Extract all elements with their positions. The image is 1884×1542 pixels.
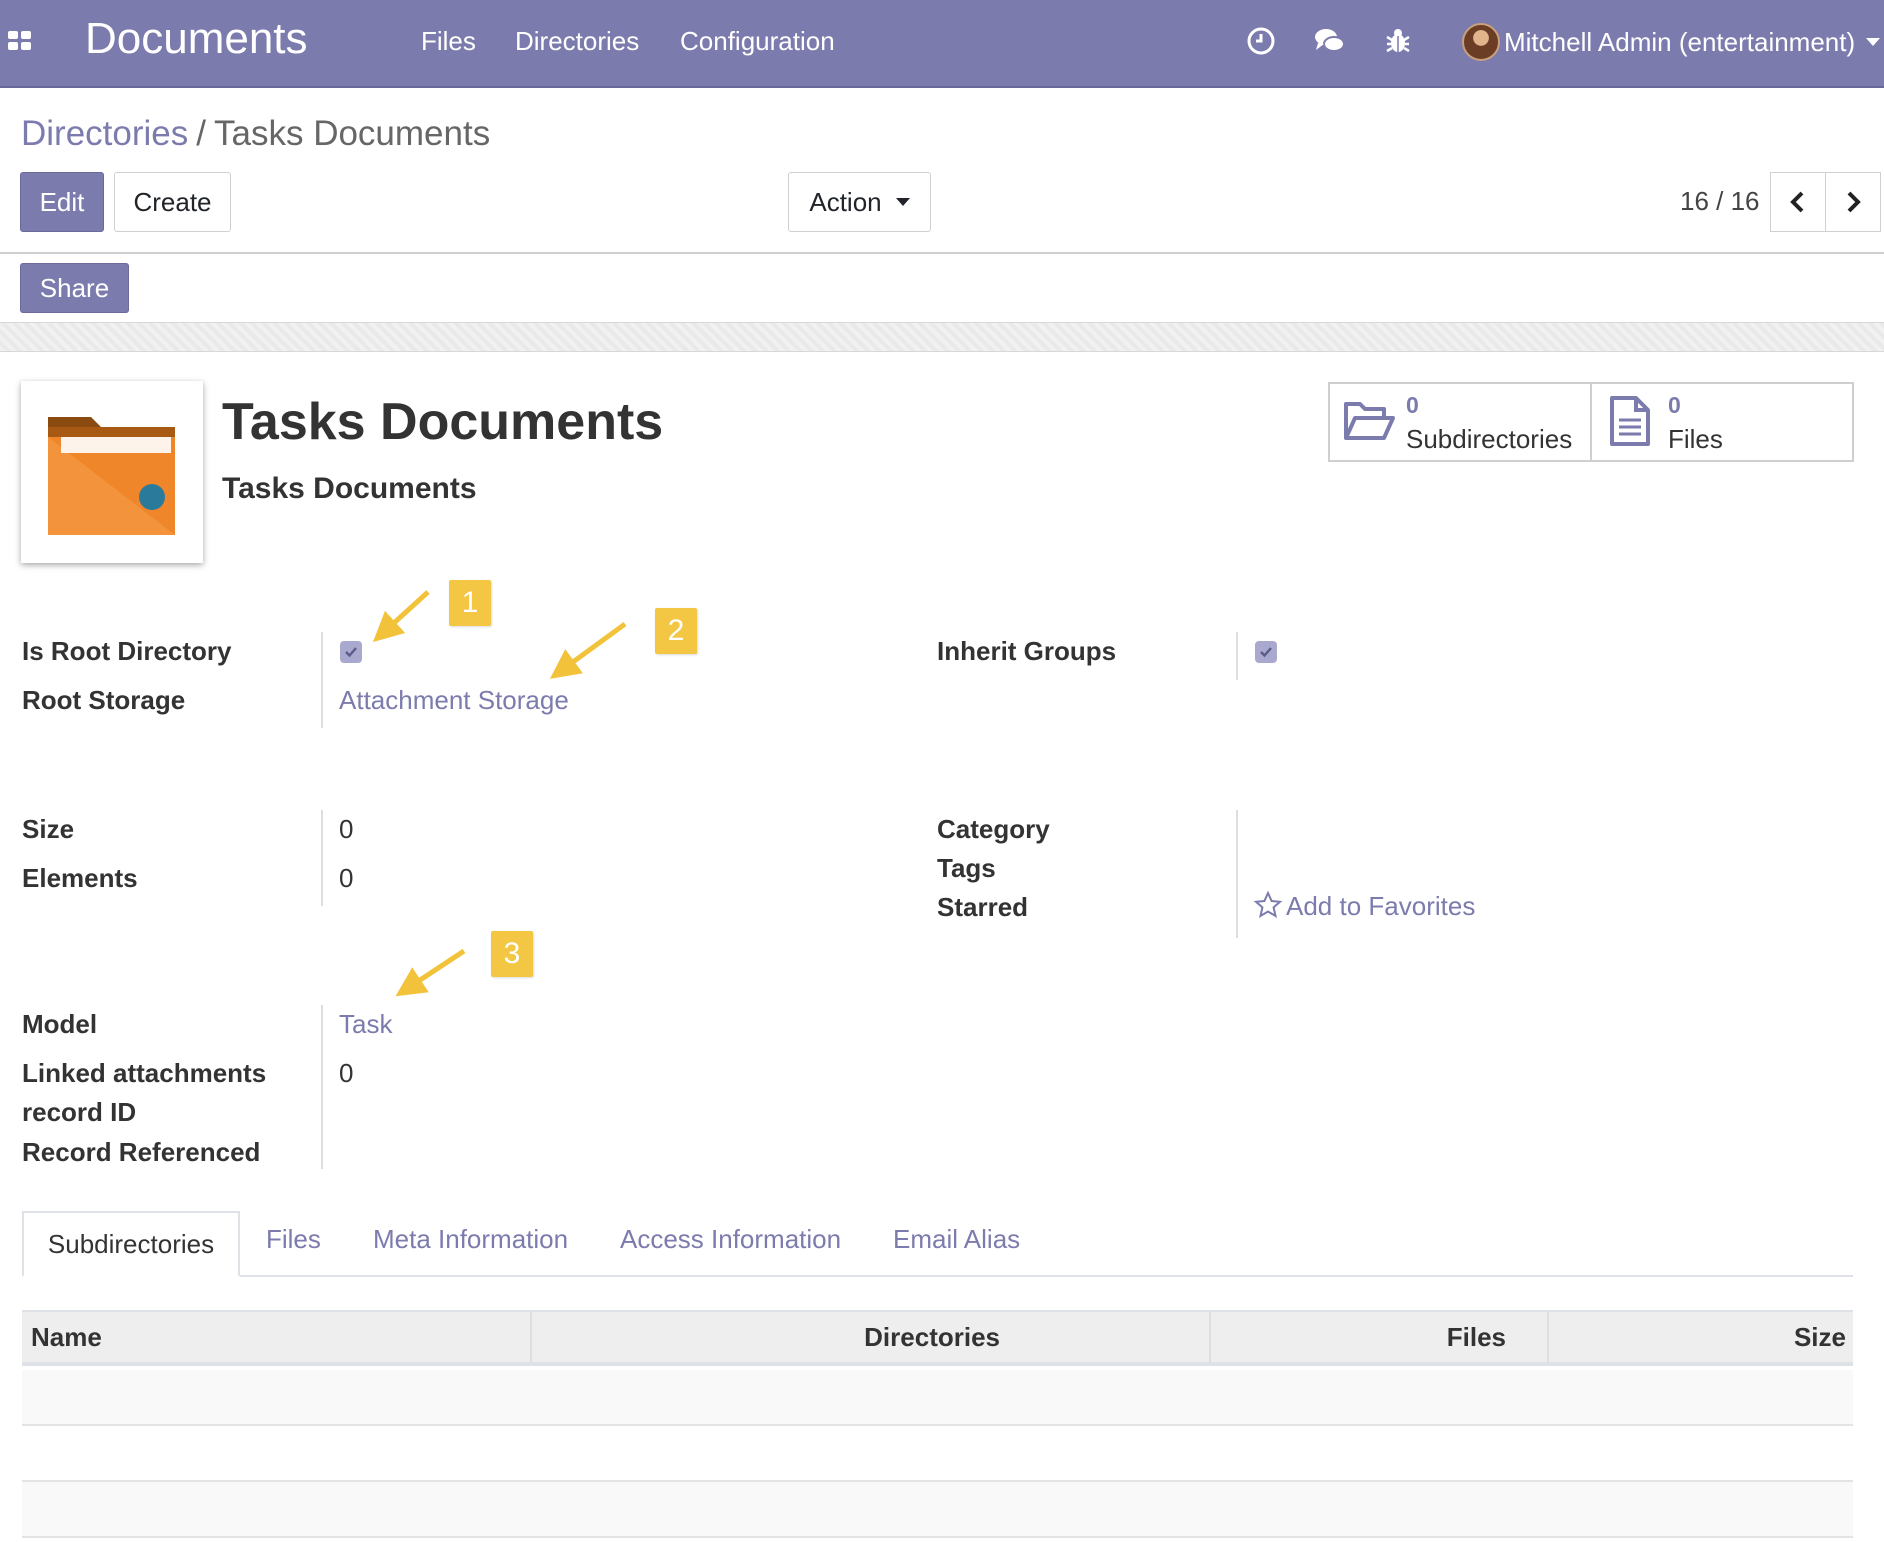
tab-email-alias[interactable]: Email Alias (893, 1224, 1020, 1255)
annotation-badge-3: 3 (491, 931, 533, 977)
category-label: Category (937, 814, 1050, 844)
root-storage-label: Root Storage (22, 685, 186, 715)
avatar[interactable] (1462, 23, 1500, 61)
field-divider (1236, 810, 1238, 938)
tab-meta-information[interactable]: Meta Information (373, 1224, 568, 1255)
tab-access-information[interactable]: Access Information (620, 1224, 841, 1255)
caret-down-icon (895, 198, 910, 206)
files-stat-button[interactable]: 0 Files (1590, 382, 1854, 462)
is-root-directory-label: Is Root Directory (22, 636, 232, 666)
field-divider (321, 632, 323, 728)
column-header-size[interactable]: Size (1794, 1322, 1846, 1353)
app-brand[interactable]: Documents (85, 14, 308, 64)
folder-icon (48, 417, 175, 535)
linked-attachments-label-line1: Linked attachments (22, 1058, 267, 1088)
record-referenced-label: Record Referenced (22, 1137, 261, 1167)
elements-label: Elements (22, 863, 138, 893)
top-navbar: Documents Files Directories Configuratio… (0, 0, 1884, 88)
folder-open-icon (1344, 402, 1395, 440)
starred-label: Starred (937, 892, 1029, 922)
column-header-name[interactable]: Name (31, 1322, 102, 1353)
menu-directories[interactable]: Directories (515, 26, 639, 57)
add-to-favorites-label: Add to Favorites (1286, 891, 1476, 921)
model-label: Model (22, 1009, 98, 1039)
menu-configuration[interactable]: Configuration (680, 26, 835, 57)
apps-grid-icon[interactable] (8, 31, 32, 51)
record-subtitle[interactable]: Tasks Documents (222, 472, 477, 506)
files-label: Files (1668, 424, 1723, 454)
subdirectories-stat-button[interactable]: 0 Subdirectories (1328, 382, 1592, 462)
chat-icon[interactable] (1312, 24, 1346, 58)
directory-image[interactable] (21, 381, 203, 563)
subdirectories-label: Subdirectories (1406, 424, 1573, 454)
pager-next-button[interactable] (1825, 172, 1881, 232)
record-title[interactable]: Tasks Documents (222, 392, 663, 452)
column-separator[interactable] (1547, 1312, 1549, 1362)
user-menu[interactable]: Mitchell Admin (entertainment) (1504, 27, 1855, 58)
breadcrumb-current: Tasks Documents (214, 114, 491, 153)
chevron-right-icon (1847, 191, 1861, 213)
annotation-badge-2: 2 (655, 608, 697, 654)
field-divider (1236, 632, 1238, 680)
field-divider (321, 810, 323, 906)
bug-icon[interactable] (1381, 24, 1415, 58)
star-icon (1253, 890, 1283, 919)
check-icon (345, 647, 357, 658)
size-value: 0 (339, 814, 354, 844)
breadcrumb-separator: / (196, 114, 206, 153)
clock-icon[interactable] (1244, 24, 1278, 58)
table-row (22, 1426, 1853, 1482)
model-link[interactable]: Task (339, 1009, 392, 1040)
annotation-arrow-1 (372, 590, 430, 643)
files-count: 0 (1668, 392, 1681, 418)
column-separator[interactable] (1209, 1312, 1211, 1362)
subdirectories-count: 0 (1406, 392, 1419, 418)
column-separator[interactable] (530, 1312, 532, 1362)
annotation-arrow-2 (549, 621, 627, 679)
elements-value: 0 (339, 863, 354, 893)
table-row (22, 1482, 1853, 1538)
chevron-down-icon[interactable] (1866, 38, 1880, 46)
chevron-left-icon (1790, 191, 1804, 213)
pager-previous-button[interactable] (1770, 172, 1826, 232)
control-panel-divider (0, 252, 1884, 254)
share-button[interactable]: Share (20, 263, 129, 313)
annotation-arrow-3 (395, 948, 466, 997)
menu-files[interactable]: Files (421, 26, 476, 57)
table-row (22, 1370, 1853, 1426)
inherit-groups-label: Inherit Groups (937, 636, 1117, 666)
pager-value[interactable]: 16 / 16 (1680, 186, 1760, 217)
statusbar-separator (0, 322, 1884, 352)
annotation-badge-1: 1 (449, 580, 491, 626)
column-header-files[interactable]: Files (1447, 1322, 1506, 1353)
breadcrumb-directories[interactable]: Directories (21, 114, 188, 153)
check-icon (1260, 647, 1272, 658)
create-button[interactable]: Create (114, 172, 231, 232)
inherit-groups-checkbox[interactable] (1255, 641, 1277, 663)
add-to-favorites-link[interactable]: Add to Favorites (1253, 890, 1476, 922)
action-dropdown[interactable]: Action (788, 172, 931, 232)
action-label: Action (809, 186, 882, 217)
size-label: Size (22, 814, 75, 844)
breadcrumb: Directories / Tasks Documents (21, 114, 490, 154)
field-divider (321, 1005, 323, 1169)
table-header: Name Directories Files Size (22, 1310, 1853, 1366)
root-storage-link[interactable]: Attachment Storage (339, 685, 569, 716)
tabs-baseline (22, 1275, 1853, 1277)
column-header-directories[interactable]: Directories (864, 1322, 1000, 1353)
linked-attachments-label-line2: record ID (22, 1097, 137, 1127)
linked-attachments-value: 0 (339, 1058, 354, 1088)
file-text-icon (1610, 396, 1650, 446)
tags-label: Tags (937, 853, 996, 883)
is-root-directory-checkbox[interactable] (340, 641, 362, 663)
edit-button[interactable]: Edit (20, 172, 104, 232)
tab-files[interactable]: Files (266, 1224, 321, 1255)
tab-subdirectories[interactable]: Subdirectories (22, 1211, 240, 1277)
